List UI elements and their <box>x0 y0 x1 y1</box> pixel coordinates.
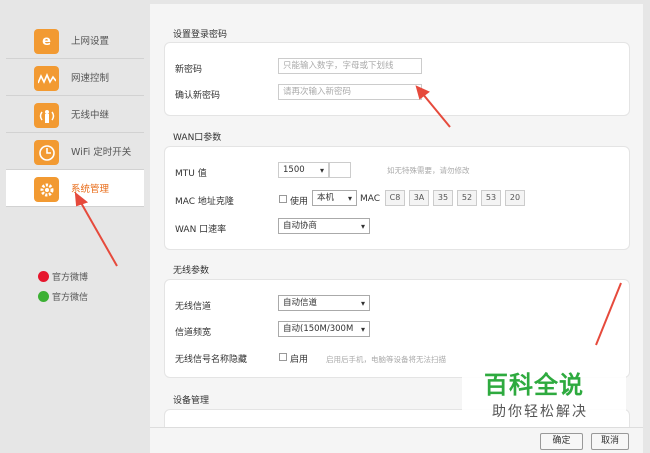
watermark-title: 百科全说 <box>484 371 584 399</box>
annotation-arrow-head <box>415 85 430 100</box>
watermark-logo: 百科全说 助你轻松解决 <box>462 363 626 425</box>
annotation-arrow <box>421 92 451 128</box>
annotation-arrow <box>79 200 118 267</box>
annotation-arrow-head <box>74 191 89 207</box>
watermark-subtitle: 助你轻松解决 <box>492 404 588 420</box>
annotation-arrow <box>595 282 622 346</box>
